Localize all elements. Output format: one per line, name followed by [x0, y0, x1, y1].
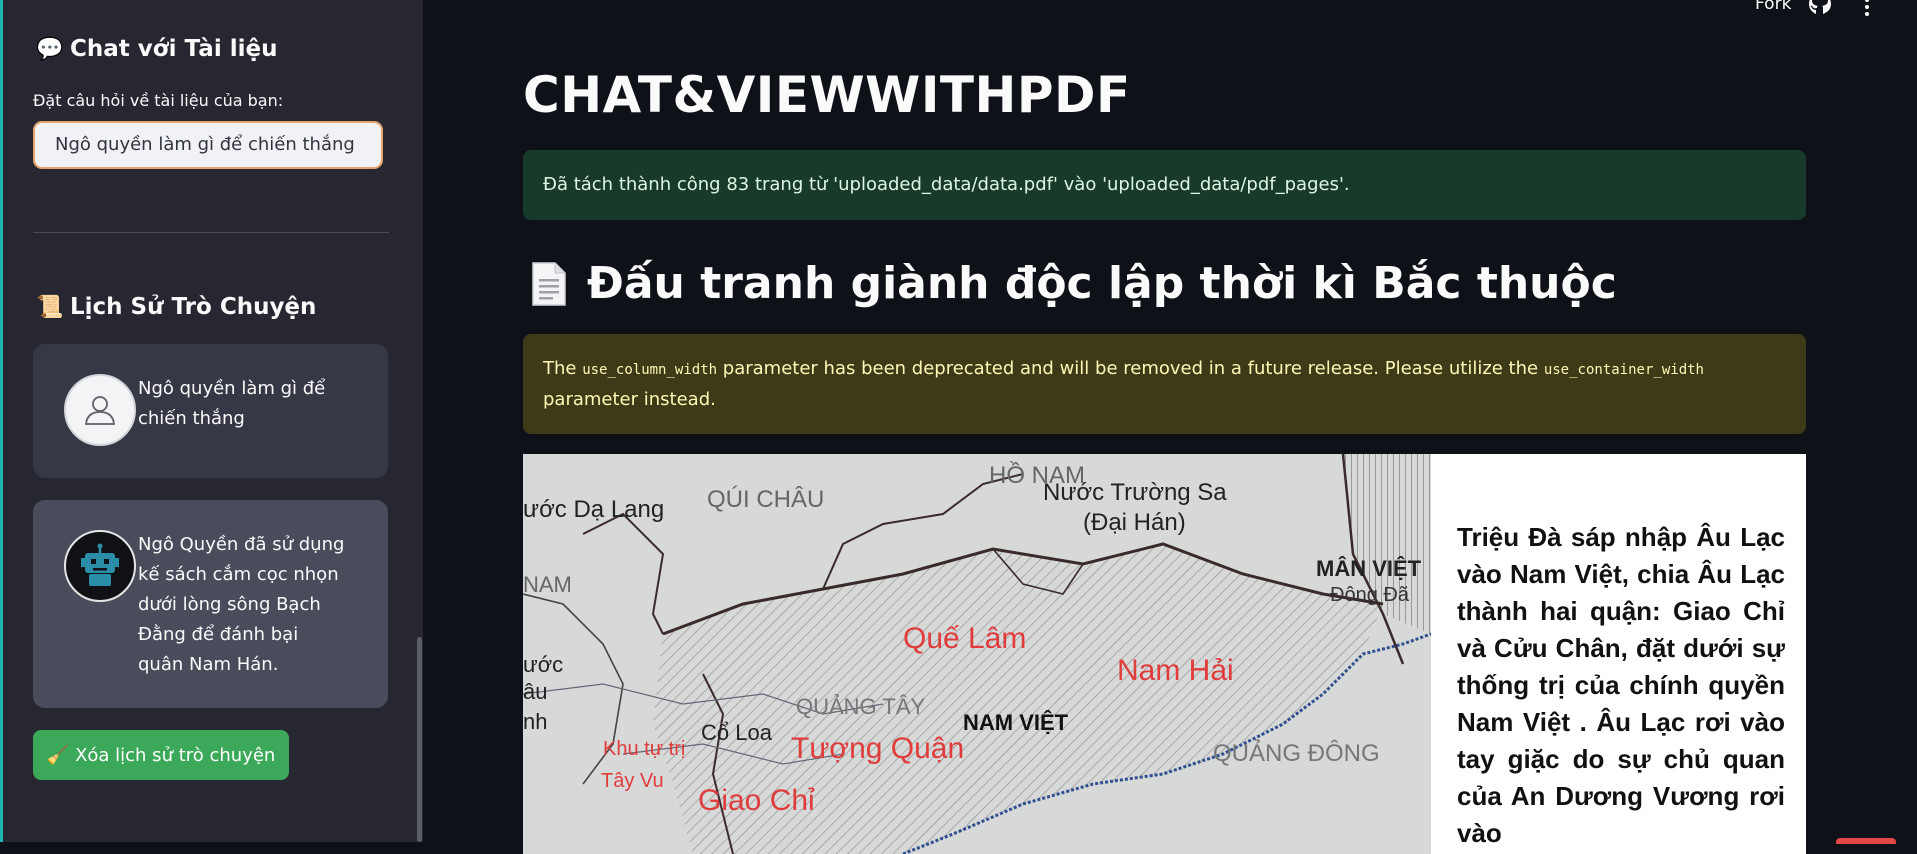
- warning-code: use_container_width: [1543, 362, 1704, 378]
- success-alert: Đã tách thành công 83 trang từ 'uploaded…: [523, 150, 1806, 220]
- map-label: Tượng Quận: [791, 732, 965, 765]
- chat-section-header: 💬 Chat với Tài liệu: [36, 36, 277, 62]
- map-label: Tây Vu: [601, 770, 664, 792]
- map-label: âu: [523, 679, 548, 704]
- map-label: QÚI CHÂU: [707, 486, 825, 513]
- map-label: Nam Hải: [1117, 654, 1234, 687]
- status-widget-edge: [1836, 838, 1896, 844]
- historical-map: ước Dạ Lang QÚI CHÂU HỒ NAM Nước Trường …: [523, 454, 1431, 854]
- history-section-header: 📜 Lịch Sử Trò Chuyện: [36, 294, 316, 320]
- map-label: Giao Chỉ: [698, 784, 815, 817]
- page-title: CHAT&VIEWWITHPDF: [523, 66, 1131, 124]
- clear-history-button[interactable]: 🧹 Xóa lịch sử trò chuyện: [33, 730, 289, 780]
- warning-code: use_column_width: [582, 362, 718, 378]
- history-section-title: Lịch Sử Trò Chuyện: [70, 294, 317, 320]
- map-label: nh: [523, 709, 548, 734]
- broom-icon: 🧹: [46, 744, 70, 766]
- chat-message-assistant: Ngô Quyền đã sử dụng kế sách cắm cọc nhọ…: [33, 500, 388, 708]
- sidebar-scrollbar[interactable]: [417, 637, 422, 842]
- map-label: Cổ Loa: [701, 720, 772, 745]
- warning-text: The: [543, 358, 583, 379]
- user-avatar-icon: [64, 374, 136, 446]
- map-label: ước: [523, 652, 564, 677]
- map-label: QUẢNG TÂY: [796, 694, 926, 719]
- chat-message-text: Ngô Quyền đã sử dụng kế sách cắm cọc nhọ…: [138, 534, 345, 675]
- map-label: ước Dạ Lang: [523, 496, 665, 523]
- document-title: Đấu tranh giành độc lập thời kì Bắc thuộ…: [587, 258, 1617, 309]
- question-input[interactable]: Ngô quyền làm gì để chiến thắng: [33, 121, 383, 169]
- map-label: NAM VIỆT: [963, 710, 1069, 735]
- page-icon: [532, 261, 566, 306]
- pdf-page-text: Triệu Đà sáp nhập Âu Lạc vào Nam Việt, c…: [1457, 522, 1785, 848]
- scroll-icon: 📜: [36, 294, 64, 320]
- question-label: Đặt câu hỏi về tài liệu của bạn:: [33, 91, 284, 110]
- warning-text: parameter instead.: [543, 389, 716, 410]
- fork-link[interactable]: Fork: [1755, 0, 1791, 14]
- map-label: Khu tự trị: [603, 738, 686, 760]
- pdf-page-image: ước Dạ Lang QÚI CHÂU HỒ NAM Nước Trường …: [523, 454, 1806, 854]
- map-label: Đông Đã: [1330, 584, 1409, 606]
- chat-message-text: Ngô quyền làm gì để chiến thắng: [138, 378, 326, 429]
- chat-message-user: Ngô quyền làm gì để chiến thắng: [33, 344, 388, 478]
- map-label: Nước Trường Sa: [1043, 479, 1227, 506]
- kebab-menu-icon[interactable]: [1862, 0, 1872, 18]
- sidebar: 💬 Chat với Tài liệu Đặt câu hỏi về tài l…: [3, 0, 423, 842]
- chat-section-title: Chat với Tài liệu: [70, 36, 278, 62]
- clear-history-label: Xóa lịch sử trò chuyện: [75, 744, 276, 766]
- map-label: QUẢNG ĐÔNG: [1213, 740, 1380, 767]
- github-icon[interactable]: [1808, 0, 1832, 14]
- deprecation-warning: The use_column_width parameter has been …: [523, 334, 1806, 434]
- sidebar-divider: [33, 232, 389, 233]
- map-label: MÂN VIỆT: [1316, 556, 1422, 581]
- warning-text: parameter has been deprecated and will b…: [717, 358, 1544, 379]
- robot-avatar-icon: [64, 530, 136, 602]
- map-label: (Đại Hán): [1083, 509, 1186, 536]
- speech-bubble-icon: 💬: [36, 36, 64, 62]
- map-label: Quế Lâm: [903, 622, 1027, 655]
- document-header: Đấu tranh giành độc lập thời kì Bắc thuộ…: [531, 258, 1617, 309]
- map-label: NAM: [523, 572, 572, 597]
